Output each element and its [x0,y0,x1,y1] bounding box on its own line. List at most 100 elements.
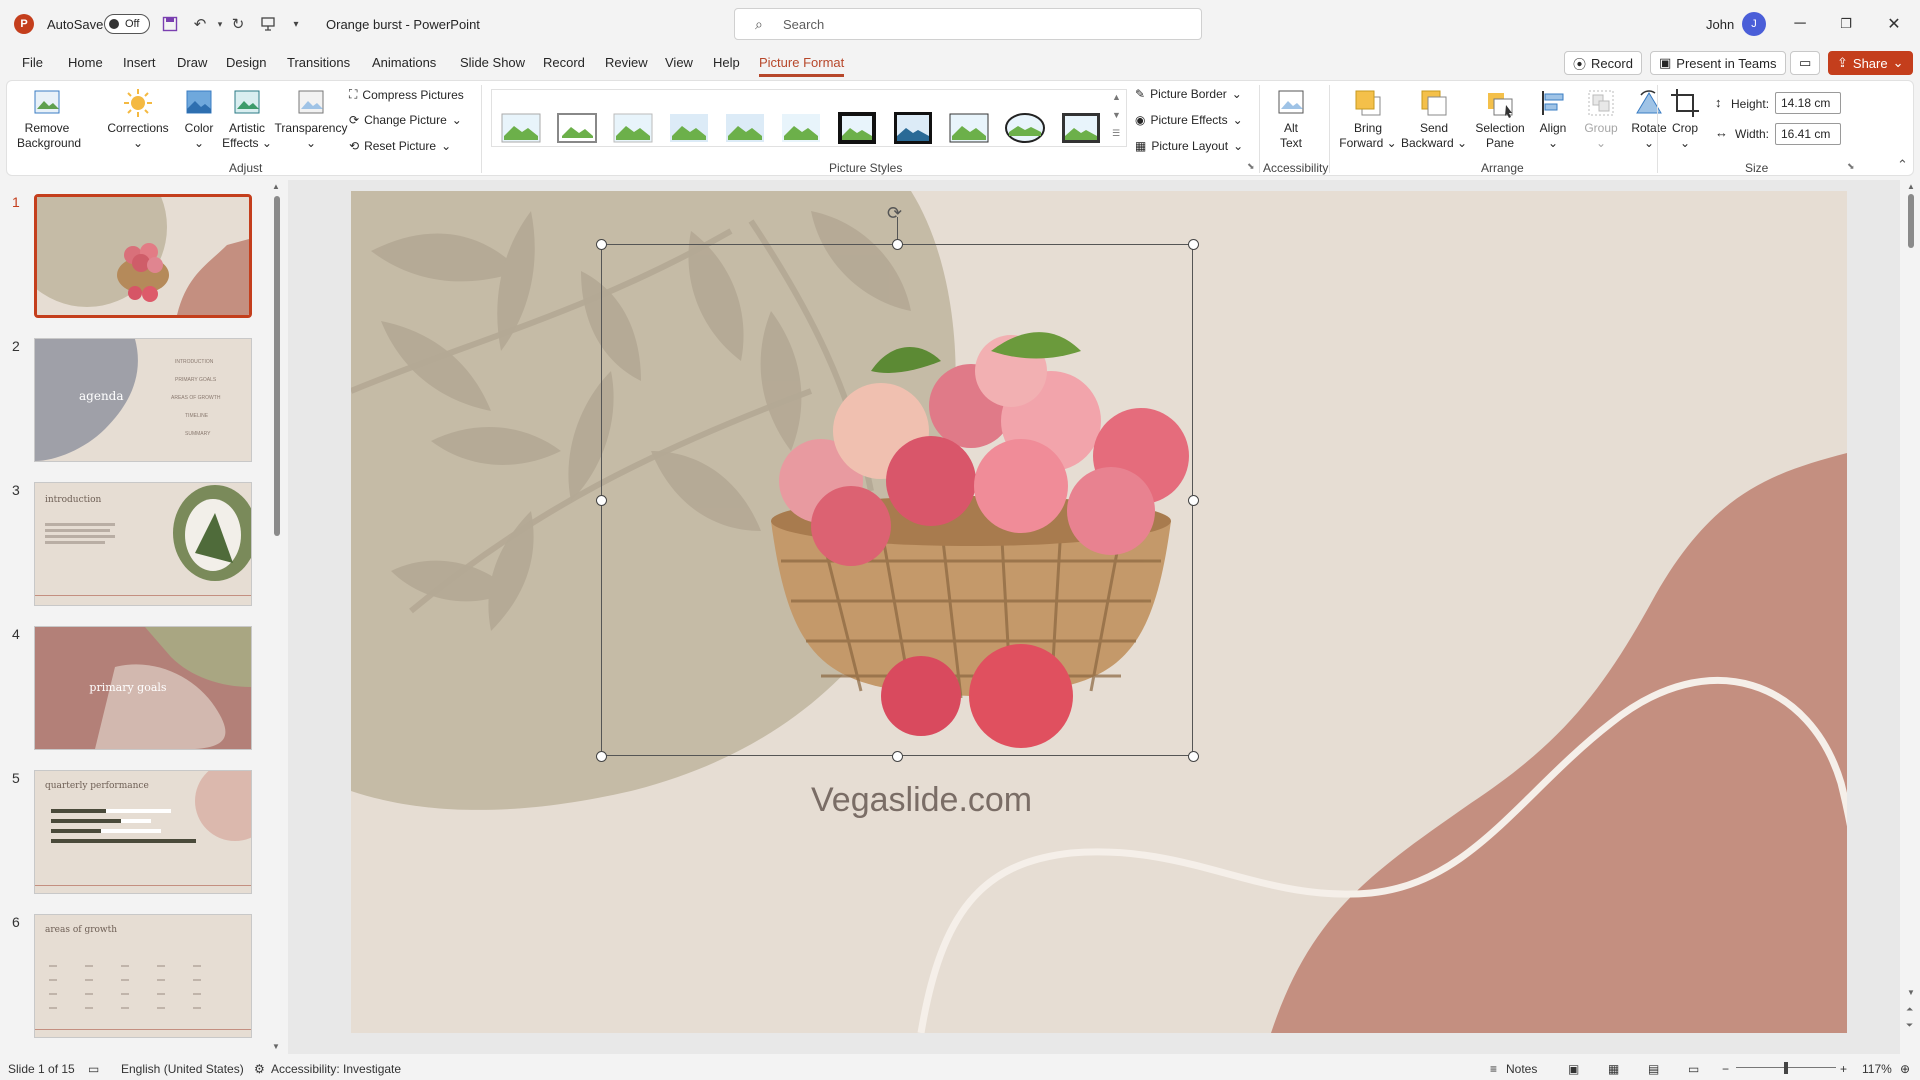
resize-handle-bottom[interactable] [892,751,903,762]
save-icon[interactable] [160,14,180,34]
slide-thumbnail-5[interactable]: quarterly performance [34,770,252,894]
resize-handle-bottom-left[interactable] [596,751,607,762]
style-thumb-2[interactable] [556,110,598,146]
remove-background-button[interactable]: Remove Background [17,87,81,151]
collapse-ribbon-icon[interactable]: ⌃ [1897,157,1908,173]
tab-animations[interactable]: Animations [372,55,436,70]
thumb-scroll-down-icon[interactable]: ▼ [272,1042,280,1051]
language[interactable]: English (United States) [121,1062,244,1076]
compress-pictures-button[interactable]: ⛶ Compress Pictures [349,87,464,102]
slide-sorter-icon[interactable]: ▦ [1608,1062,1619,1076]
slide-thumbnail-6[interactable]: areas of growth [34,914,252,1038]
comments-button[interactable]: ▭ [1790,51,1821,75]
tab-design[interactable]: Design [226,55,266,70]
width-field[interactable]: 16.41 cm [1775,123,1841,145]
artistic-effects-button[interactable]: Artistic Effects ⌄ [219,87,275,151]
resize-handle-right[interactable] [1188,495,1199,506]
selection-pane-button[interactable]: Selection Pane [1467,87,1533,151]
dialog-launcher-icon[interactable]: ⬊ [1247,161,1255,172]
crop-button[interactable]: Crop ⌄ [1665,87,1705,151]
notes-button[interactable]: Notes [1506,1062,1537,1076]
tab-review[interactable]: Review [605,55,648,70]
send-backward-button[interactable]: Send Backward ⌄ [1399,87,1469,151]
resize-handle-left[interactable] [596,495,607,506]
thumbnail-scrollbar[interactable] [274,196,280,536]
selection-box[interactable] [601,244,1193,756]
tab-transitions[interactable]: Transitions [287,55,350,70]
resize-handle-bottom-right[interactable] [1188,751,1199,762]
style-thumb-4[interactable] [668,110,710,146]
style-thumb-7[interactable] [836,110,878,146]
style-thumb-3[interactable] [612,110,654,146]
scroll-down-icon[interactable]: ▼ [1907,988,1915,997]
corrections-button[interactable]: Corrections ⌄ [103,87,173,151]
slideshow-view-icon[interactable]: ▭ [1688,1062,1699,1076]
reading-view-icon[interactable]: ▤ [1648,1062,1659,1076]
tab-draw[interactable]: Draw [177,55,207,70]
scroll-thumb[interactable] [1908,194,1914,248]
zoom-level[interactable]: 117% [1862,1062,1892,1076]
bring-forward-button[interactable]: Bring Forward ⌄ [1337,87,1399,151]
present-from-start-icon[interactable] [258,14,278,34]
tab-home[interactable]: Home [68,55,103,70]
slide-thumbnail-1[interactable] [34,194,252,318]
picture-styles-gallery[interactable]: ▲ ▼ ☰ [491,89,1127,147]
avatar[interactable]: J [1742,12,1766,36]
zoom-slider-thumb[interactable] [1784,1062,1788,1074]
thumb-scroll-up-icon[interactable]: ▲ [272,182,280,191]
style-thumb-8[interactable] [892,110,934,146]
search-input[interactable]: ⌕ Search [734,8,1202,40]
restore-icon[interactable]: ❐ [1834,12,1858,36]
customize-toolbar-icon[interactable]: ▾ [286,14,306,34]
redo-icon[interactable]: ↻ [228,14,248,34]
picture-effects-button[interactable]: ◉ Picture Effects ⌄ [1135,113,1243,127]
size-dialog-launcher-icon[interactable]: ⬊ [1847,161,1855,172]
previous-slide-icon[interactable]: ⏶ [1906,1004,1913,1015]
style-thumb-11[interactable] [1060,110,1102,146]
color-button[interactable]: Color ⌄ [175,87,223,151]
slide-vertical-scrollbar[interactable]: ▲ ▼ ⏶ ⏷ [1904,180,1918,1054]
present-in-teams-button[interactable]: ▣ Present in Teams [1650,51,1786,75]
autosave-toggle[interactable]: Off [104,14,150,34]
reset-picture-button[interactable]: ⟲ Reset Picture ⌄ [349,139,451,153]
undo-dropdown-icon[interactable]: ▾ [210,14,230,34]
slide-canvas[interactable]: ⟳ Vegaslide.com [351,191,1847,1033]
height-field[interactable]: 14.18 cm [1775,92,1841,114]
tab-insert[interactable]: Insert [123,55,156,70]
gallery-more-icon[interactable]: ☰ [1112,128,1120,139]
rotate-handle-icon[interactable]: ⟳ [887,203,902,224]
next-slide-icon[interactable]: ⏷ [1906,1020,1913,1031]
share-button[interactable]: ⇪ Share ⌄ [1828,51,1913,75]
style-thumb-10[interactable] [1004,110,1046,146]
slide-thumbnail-3[interactable]: introduction [34,482,252,606]
resize-handle-top-right[interactable] [1188,239,1199,250]
tab-record[interactable]: Record [543,55,585,70]
align-button[interactable]: Align ⌄ [1531,87,1575,151]
normal-view-icon[interactable]: ▣ [1568,1062,1579,1076]
group-button[interactable]: Group ⌄ [1579,87,1623,151]
style-thumb-6[interactable] [780,110,822,146]
slide-thumbnail-4[interactable]: primary goals [34,626,252,750]
fit-to-window-icon[interactable]: ⊕ [1900,1062,1910,1076]
tab-view[interactable]: View [665,55,693,70]
gallery-scroll-down-icon[interactable]: ▼ [1112,110,1121,120]
tab-slide-show[interactable]: Slide Show [460,55,525,70]
style-thumb-9[interactable] [948,110,990,146]
alt-text-button[interactable]: Alt Text [1269,87,1313,151]
picture-border-button[interactable]: ✎ Picture Border ⌄ [1135,87,1242,101]
tab-picture-format[interactable]: Picture Format [759,55,845,77]
gallery-scroll-up-icon[interactable]: ▲ [1112,92,1121,102]
slide-thumbnail-2[interactable]: agenda INTRODUCTION PRIMARY GOALS AREAS … [34,338,252,462]
resize-handle-top-left[interactable] [596,239,607,250]
picture-layout-button[interactable]: ▦ Picture Layout ⌄ [1135,139,1243,153]
zoom-in-icon[interactable]: + [1840,1062,1847,1076]
user-name[interactable]: John [1706,17,1734,32]
change-picture-button[interactable]: ⟳ Change Picture ⌄ [349,113,462,127]
close-icon[interactable]: ✕ [1882,12,1906,36]
transparency-button[interactable]: Transparency ⌄ [269,87,353,151]
slide-footer-text[interactable]: Vegaslide.com [811,781,1032,820]
accessibility-status[interactable]: Accessibility: Investigate [271,1062,401,1076]
record-button[interactable]: ⦿ Record [1564,51,1642,75]
undo-icon[interactable]: ↶ [190,14,210,34]
style-thumb-5[interactable] [724,110,766,146]
